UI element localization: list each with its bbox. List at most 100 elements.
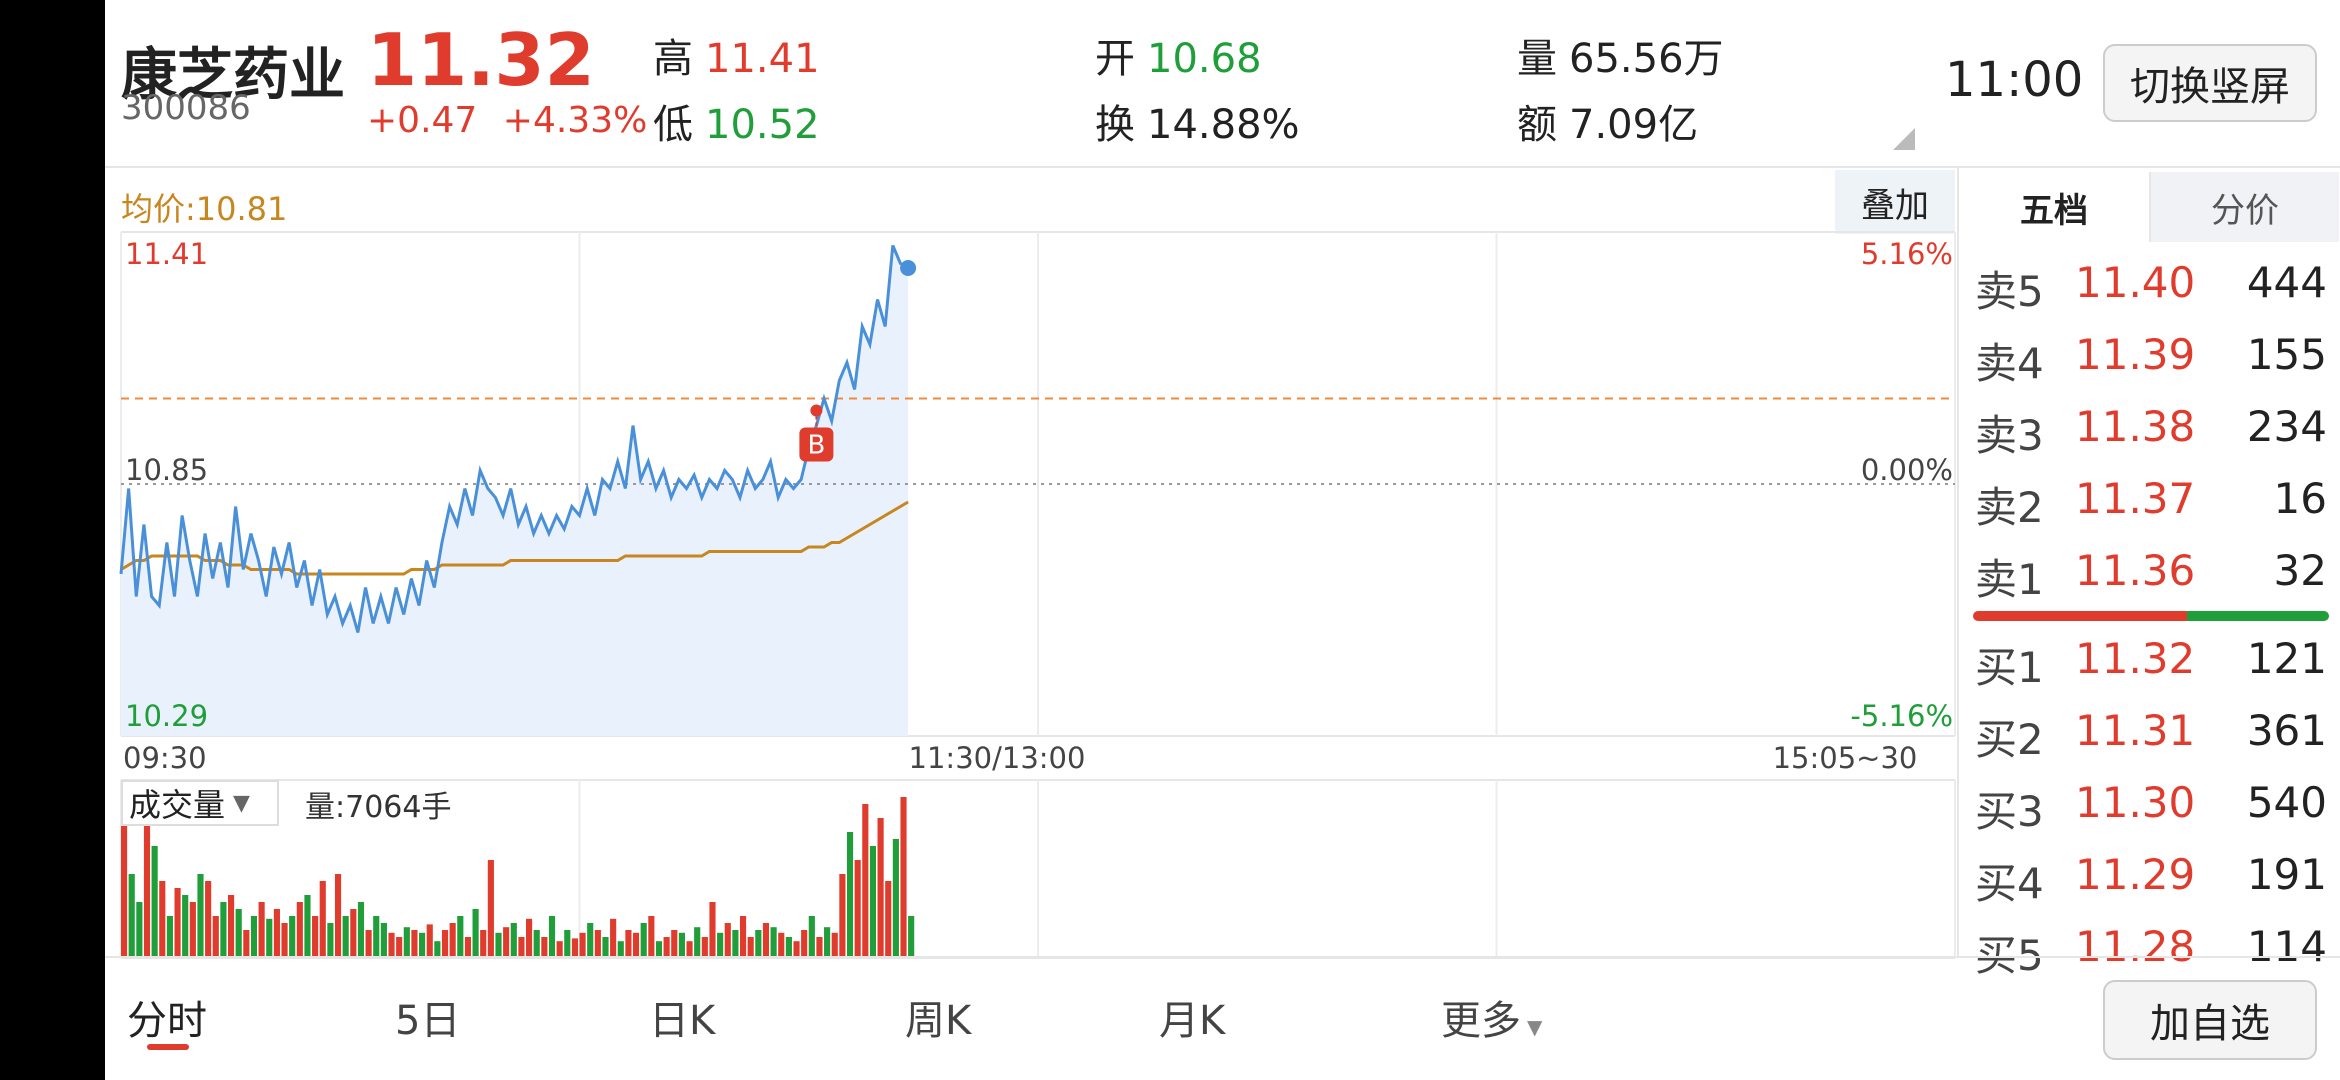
volume-bar <box>327 923 334 958</box>
orderbook-divider <box>1957 166 1959 956</box>
ask-row[interactable]: 卖4 11.39 155 <box>1975 330 2327 402</box>
bottom-divider <box>105 956 2340 958</box>
volume-bar <box>701 937 708 958</box>
volume-bar <box>785 937 792 958</box>
volume-bar <box>770 927 777 958</box>
volume-bar <box>312 916 319 958</box>
ask-row[interactable]: 卖2 11.37 16 <box>1975 474 2327 546</box>
volume-bar <box>365 930 372 958</box>
x-axis-mid: 11:30/13:00 <box>909 741 1086 775</box>
volume-bar <box>510 923 517 958</box>
ask-row[interactable]: 卖3 11.38 234 <box>1975 402 2327 474</box>
ask-volume: 32 <box>2273 546 2327 595</box>
y-axis-top: 11.41 <box>125 237 208 271</box>
volume-bar <box>564 930 571 958</box>
volume-bar <box>342 916 349 958</box>
volume-bar <box>281 923 288 958</box>
volume-bar <box>831 932 838 958</box>
ask-level-label: 卖3 <box>1975 411 2044 460</box>
tab-intraday[interactable]: 分时 <box>127 988 207 1046</box>
volume-bar <box>289 916 296 958</box>
y-axis-mid: 10.85 <box>125 453 208 487</box>
volume-bar <box>732 930 739 958</box>
ask-volume: 155 <box>2246 330 2327 379</box>
buy-marker-dot <box>810 404 823 417</box>
volume-bar <box>548 916 556 958</box>
volume-bar <box>579 932 586 958</box>
volume-bar <box>640 923 647 958</box>
bid-row[interactable]: 买3 11.30 540 <box>1975 778 2327 850</box>
stock-quote-screen: 康芝药业 300086 11.32 +0.47 +4.33% 高 11.41 低1… <box>105 0 2340 1080</box>
volume-bar <box>885 881 892 958</box>
volume-bar <box>739 916 747 958</box>
switch-portrait-button[interactable]: 切换竖屏 <box>2103 44 2317 122</box>
volume-bar <box>541 937 548 958</box>
tab-price-distribution[interactable]: 分价 <box>2149 172 2339 242</box>
volume-bar <box>166 916 173 958</box>
volume-bar <box>419 932 426 958</box>
volume-bar <box>304 895 311 958</box>
volume-bar <box>594 930 601 958</box>
volume-bar <box>854 860 861 958</box>
bid-row[interactable]: 买1 11.32 121 <box>1975 634 2327 706</box>
volume-indicator-label: 成交量 <box>129 786 226 824</box>
bid-level-label: 买5 <box>1975 931 2044 980</box>
volume-bar <box>357 902 365 958</box>
pct-axis-mid: 0.00% <box>1861 453 1953 487</box>
volume-bar <box>747 937 754 958</box>
volume-bar <box>403 927 410 958</box>
tab-weekly-k[interactable]: 周K <box>905 988 971 1046</box>
ask-price: 11.36 <box>2075 546 2196 595</box>
bid-volume: 191 <box>2246 850 2327 899</box>
volume-bar <box>862 804 869 958</box>
volume-bar <box>900 797 907 958</box>
volume-bar <box>587 923 594 958</box>
volume-bar <box>457 916 464 958</box>
volume-bar <box>533 930 540 958</box>
volume-bar <box>678 932 685 958</box>
bid-row[interactable]: 买2 11.31 361 <box>1975 706 2327 778</box>
active-tab-indicator <box>147 1044 189 1050</box>
volume-bar <box>632 932 640 958</box>
volume-bar <box>495 932 502 958</box>
volume-bar <box>602 937 609 958</box>
volume-bar <box>235 909 242 958</box>
bid-level-label: 买4 <box>1975 859 2044 908</box>
bid-price: 11.29 <box>2075 850 2196 899</box>
volume-bar <box>846 832 854 958</box>
volume-bar <box>350 909 357 958</box>
volume-bar <box>801 930 808 958</box>
ask-ratio-fill <box>2186 611 2329 621</box>
volume-bar <box>472 909 479 958</box>
volume-bar <box>441 930 449 958</box>
volume-bar <box>877 818 884 958</box>
bid-level-label: 买1 <box>1975 643 2044 692</box>
volume-bar <box>480 930 487 958</box>
volume-bar <box>227 895 235 958</box>
volume-bar <box>839 874 846 958</box>
ask-level-label: 卖5 <box>1975 267 2044 316</box>
tab-daily-k[interactable]: 日K <box>649 988 715 1046</box>
volume-bar <box>908 916 915 958</box>
volume-indicator-select[interactable]: 成交量 ▼ <box>121 780 279 826</box>
tab-five-levels[interactable]: 五档 <box>1959 172 2149 242</box>
volume-bar <box>869 846 877 958</box>
chevron-down-icon: ▼ <box>1527 1015 1543 1039</box>
ask-row[interactable]: 卖1 11.36 32 <box>1975 546 2327 618</box>
volume-bar <box>426 924 433 958</box>
add-to-watchlist-button[interactable]: 加自选 <box>2103 980 2317 1060</box>
tab-5day[interactable]: 5日 <box>395 988 460 1046</box>
volume-bar <box>143 804 151 958</box>
volume-bar <box>503 927 510 958</box>
volume-bar <box>380 923 387 958</box>
bid-row[interactable]: 买4 11.29 191 <box>1975 850 2327 922</box>
bid-level-label: 买3 <box>1975 787 2044 836</box>
volume-bar <box>250 916 258 958</box>
chevron-down-icon: ▼ <box>233 790 250 816</box>
volume-bar <box>151 846 158 958</box>
bid-volume: 540 <box>2246 778 2327 827</box>
volume-bar <box>663 937 670 958</box>
ask-row[interactable]: 卖5 11.40 444 <box>1975 258 2327 330</box>
tab-more[interactable]: 更多 ▼ <box>1441 988 1542 1046</box>
tab-monthly-k[interactable]: 月K <box>1159 988 1225 1046</box>
